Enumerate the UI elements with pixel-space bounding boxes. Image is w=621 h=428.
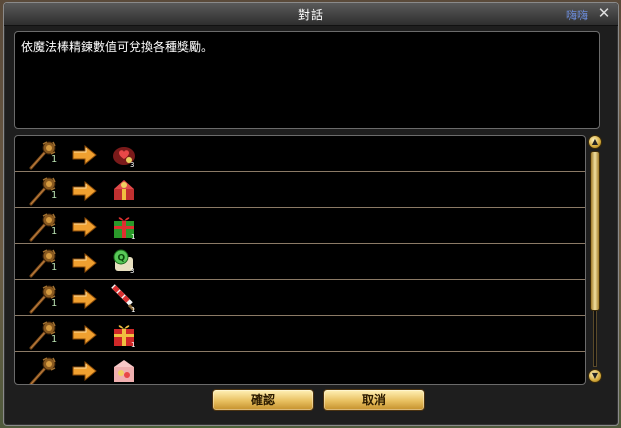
scroll-down-button[interactable]: ▼	[588, 369, 602, 383]
scroll-up-button[interactable]: ▲	[588, 135, 602, 149]
cost-quantity: 1	[51, 262, 58, 273]
arrow-right-icon	[71, 252, 97, 274]
cancel-button[interactable]: 取消	[323, 389, 425, 411]
green-gift-icon: 1	[109, 211, 139, 241]
scrollbar[interactable]: ▲ ▼	[588, 135, 602, 383]
q-scroll-icon: Q3	[109, 247, 139, 277]
exchange-row[interactable]	[15, 352, 585, 384]
svg-text:Q: Q	[118, 254, 126, 264]
exchange-row[interactable]: 1	[15, 172, 585, 208]
pink-gift-icon	[109, 355, 139, 384]
cost-quantity: 1	[51, 154, 58, 165]
message-text: 依魔法棒精鍊數值可兌換各種獎勵。	[21, 40, 214, 54]
arrow-right-icon	[71, 360, 97, 382]
exchange-row[interactable]: 13	[15, 136, 585, 172]
arrow-right-icon	[71, 324, 97, 346]
background-label: 嗨嗨	[566, 9, 588, 22]
cost-quantity: 1	[51, 334, 58, 345]
svg-text:1: 1	[131, 233, 135, 241]
exchange-row[interactable]: 11	[15, 316, 585, 352]
exchange-row[interactable]: 1 Q3	[15, 244, 585, 280]
arrow-right-icon	[71, 288, 97, 310]
dialog-window: 對話 嗨嗨 ✕ 依魔法棒精鍊數值可兌換各種獎勵。 131111Q31111 ▲ …	[3, 2, 619, 426]
svg-text:1: 1	[131, 341, 135, 349]
svg-text:3: 3	[130, 161, 134, 169]
magic-wand-icon	[25, 356, 59, 384]
close-icon[interactable]: ✕	[596, 5, 612, 21]
confirm-button[interactable]: 確認	[212, 389, 314, 411]
scroll-thumb[interactable]	[590, 151, 600, 311]
svg-text:3: 3	[130, 267, 134, 275]
exchange-row[interactable]: 11	[15, 208, 585, 244]
cost-quantity: 1	[51, 298, 58, 309]
heart-box-icon: 3	[109, 139, 139, 169]
red-box-icon	[109, 175, 139, 205]
red-gift-icon: 1	[109, 319, 139, 349]
message-box: 依魔法棒精鍊數值可兌換各種獎勵。	[14, 31, 600, 129]
cost-quantity: 1	[51, 226, 58, 237]
arrow-right-icon	[71, 144, 97, 166]
arrow-right-icon	[71, 216, 97, 238]
svg-text:1: 1	[131, 306, 135, 313]
exchange-row[interactable]: 11	[15, 280, 585, 316]
arrow-right-icon	[71, 180, 97, 202]
dialog-titlebar[interactable]: 對話 嗨嗨 ✕	[4, 3, 618, 26]
dialog-title: 對話	[297, 8, 324, 22]
candy-sword-icon: 1	[109, 283, 139, 314]
cost-quantity: 1	[51, 190, 58, 201]
exchange-list: 131111Q31111	[14, 135, 586, 385]
